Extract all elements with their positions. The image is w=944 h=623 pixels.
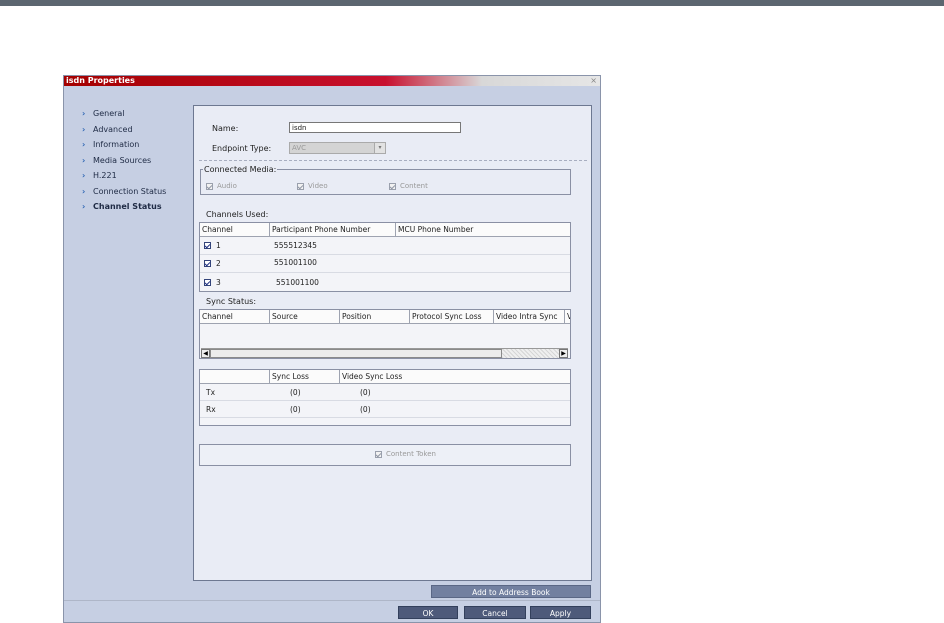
- table-header: Channel Source Position Protocol Sync Lo…: [200, 310, 570, 324]
- checkbox-box: [297, 182, 304, 190]
- sidebar-item-advanced[interactable]: › Advanced: [82, 122, 192, 138]
- column-header[interactable]: Participant Phone Number: [270, 223, 396, 236]
- column-header[interactable]: MCU Phone Number: [396, 223, 570, 236]
- footer-divider: [64, 600, 600, 601]
- channel-number: 2: [216, 259, 221, 268]
- chevron-right-icon: ›: [82, 171, 86, 180]
- audio-label: Audio: [217, 182, 237, 190]
- chevron-right-icon: ›: [82, 202, 86, 211]
- name-input[interactable]: isdn: [289, 122, 461, 133]
- content-token-group: Content Token: [199, 444, 571, 466]
- sidebar-item-label: H.221: [93, 171, 117, 180]
- participant-phone: 555512345: [274, 241, 317, 250]
- sidebar-item-general[interactable]: › General: [82, 106, 192, 122]
- scroll-left-icon[interactable]: ◀: [201, 349, 210, 358]
- checkbox-box: [389, 182, 396, 190]
- content-checkbox[interactable]: Content: [389, 182, 428, 190]
- name-label: Name:: [212, 124, 239, 133]
- sidebar-nav: › General › Advanced › Information › Media S…: [82, 106, 192, 215]
- chevron-right-icon: ›: [82, 186, 86, 196]
- direction-label: Rx: [206, 405, 216, 414]
- content-token-checkbox[interactable]: Content Token: [375, 450, 436, 458]
- column-header[interactable]: Sync Loss: [270, 370, 340, 383]
- endpoint-type-select[interactable]: AVC ▾: [289, 142, 386, 154]
- chevron-right-icon: ›: [82, 109, 86, 118]
- channel-status-panel: Name: isdn Endpoint Type: AVC ▾ Connecte…: [193, 105, 592, 581]
- chevron-right-icon: ›: [82, 140, 86, 149]
- content-token-label: Content Token: [386, 450, 436, 458]
- channel-number: 1: [216, 241, 221, 250]
- sidebar-item-h221[interactable]: › H.221: [82, 168, 192, 184]
- checkbox-box: [206, 182, 213, 190]
- video-label: Video: [308, 182, 328, 190]
- channels-table: Channel Participant Phone Number MCU Pho…: [199, 222, 571, 292]
- video-sync-loss-value: (0): [360, 405, 371, 414]
- sidebar-item-label: Advanced: [93, 124, 133, 134]
- video-checkbox[interactable]: Video: [297, 182, 328, 190]
- channel-checkbox[interactable]: [204, 242, 211, 249]
- table-row[interactable]: 3 551001100: [200, 273, 570, 291]
- column-header: [200, 370, 270, 383]
- column-header[interactable]: Source: [270, 310, 340, 323]
- sync-loss-table: Sync Loss Video Sync Loss Tx (0) (0) Rx …: [199, 369, 571, 426]
- channels-used-label: Channels Used:: [206, 210, 269, 219]
- chevron-right-icon: ›: [82, 124, 86, 134]
- sidebar-item-label: Connection Status: [93, 186, 167, 196]
- sidebar-item-media-sources[interactable]: › Media Sources: [82, 153, 192, 169]
- properties-dialog: isdn Properties × › General › Advanced › In…: [63, 75, 601, 623]
- table-row[interactable]: Rx (0) (0): [200, 401, 570, 418]
- audio-checkbox[interactable]: Audio: [206, 182, 237, 190]
- table-header: Channel Participant Phone Number MCU Pho…: [200, 223, 570, 237]
- sidebar-item-label: Information: [93, 140, 140, 149]
- channel-checkbox[interactable]: [204, 279, 211, 286]
- table-header: Sync Loss Video Sync Loss: [200, 370, 570, 384]
- title-bar: isdn Properties ×: [64, 76, 600, 86]
- endpoint-type-label: Endpoint Type:: [212, 144, 272, 153]
- window-title: isdn Properties: [66, 76, 135, 85]
- endpoint-type-value: AVC: [292, 144, 307, 152]
- connected-media-legend: Connected Media:: [204, 165, 277, 174]
- ok-button[interactable]: OK: [398, 606, 458, 619]
- apply-button[interactable]: Apply: [530, 606, 591, 619]
- horizontal-scrollbar[interactable]: ◀ ▶: [201, 348, 568, 358]
- close-icon[interactable]: ×: [590, 76, 597, 86]
- column-header[interactable]: Channel: [200, 223, 270, 236]
- add-to-address-book-button[interactable]: Add to Address Book: [431, 585, 591, 598]
- column-header[interactable]: Video Sync Loss: [340, 370, 570, 383]
- sidebar-item-label: General: [93, 109, 125, 118]
- column-header[interactable]: Video Intra Sync: [494, 310, 565, 323]
- content-label: Content: [400, 182, 428, 190]
- participant-phone: 551001100: [276, 278, 319, 287]
- scrollbar-thumb[interactable]: [210, 349, 502, 358]
- chevron-down-icon: ▾: [374, 143, 385, 153]
- column-header[interactable]: V: [565, 310, 570, 323]
- video-sync-loss-value: (0): [360, 388, 371, 397]
- participant-phone: 551001100: [274, 258, 317, 267]
- column-header[interactable]: Protocol Sync Loss: [410, 310, 494, 323]
- top-bar: [0, 0, 944, 6]
- sidebar-item-label: Media Sources: [93, 155, 152, 165]
- divider: [199, 160, 587, 161]
- sidebar-item-label: Channel Status: [93, 202, 162, 211]
- column-header[interactable]: Position: [340, 310, 410, 323]
- sync-loss-value: (0): [290, 405, 301, 414]
- table-row[interactable]: 1 555512345: [200, 237, 570, 255]
- scroll-right-icon[interactable]: ▶: [559, 349, 568, 358]
- checkbox-box: [375, 450, 382, 458]
- sidebar-item-connection-status[interactable]: › Connection Status: [82, 184, 192, 200]
- sidebar-item-information[interactable]: › Information: [82, 137, 192, 153]
- sync-status-table: Channel Source Position Protocol Sync Lo…: [199, 309, 571, 359]
- chevron-right-icon: ›: [82, 155, 86, 165]
- column-header[interactable]: Channel: [200, 310, 270, 323]
- cancel-button[interactable]: Cancel: [464, 606, 526, 619]
- channel-checkbox[interactable]: [204, 260, 211, 267]
- connected-media-group: Connected Media: Audio Video Content: [200, 165, 571, 195]
- table-row[interactable]: 2 551001100: [200, 255, 570, 273]
- table-row[interactable]: Tx (0) (0): [200, 384, 570, 401]
- sync-loss-value: (0): [290, 388, 301, 397]
- sidebar-item-channel-status[interactable]: › Channel Status: [82, 199, 192, 215]
- channel-number: 3: [216, 278, 221, 287]
- direction-label: Tx: [206, 388, 216, 397]
- sync-status-label: Sync Status:: [206, 297, 257, 306]
